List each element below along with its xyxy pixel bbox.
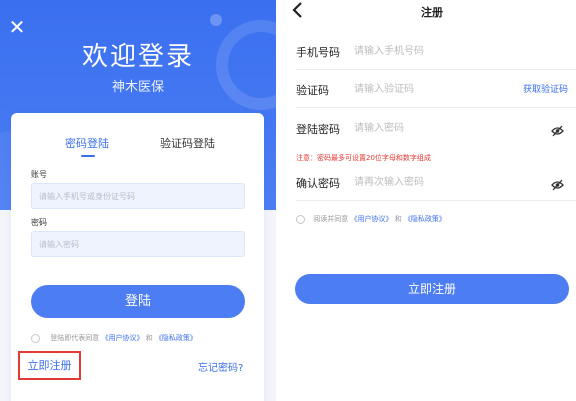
login-button[interactable]: 登陆 — [31, 285, 245, 318]
phone-input[interactable] — [354, 40, 504, 62]
register-agreement-row: 阅读并同意 《用户协议》 和 《隐私政策》 — [296, 214, 446, 224]
code-label: 验证码 — [296, 84, 329, 97]
eye-off-icon[interactable] — [551, 176, 564, 191]
login-subtitle: 神木医保 — [111, 80, 164, 95]
decorative-dot — [210, 14, 222, 26]
password-input[interactable] — [354, 117, 504, 139]
confirm-password-row: 确认密码 — [296, 163, 576, 201]
register-agreement-and: 和 — [394, 215, 402, 223]
account-label: 账号 — [31, 170, 47, 179]
tab-password-login[interactable]: 密码登陆 — [65, 135, 109, 151]
password-row: 登陆密码 — [296, 109, 576, 147]
login-title: 欢迎登录 — [81, 42, 194, 72]
login-screen: ✕ 欢迎登录 神木医保 密码登陆 验证码登陆 账号 密码 登陆 登陆即代表同意 … — [0, 0, 276, 401]
code-input[interactable] — [354, 78, 504, 100]
password-hint: 注意：密码最多可设置20位字母和数字组成 — [296, 154, 431, 162]
confirm-password-input[interactable] — [354, 171, 504, 193]
register-title: 注册 — [421, 6, 443, 19]
register-now-link[interactable]: 立即注册 — [18, 351, 81, 380]
register-screen: 注册 手机号码 验证码 获取验证码 登陆密码 注意：密码最多可设置20位字母和数… — [288, 0, 576, 401]
agreement-and: 和 — [145, 334, 153, 342]
tab-code-login[interactable]: 验证码登陆 — [160, 135, 215, 151]
phone-row: 手机号码 — [296, 32, 576, 70]
active-tab-indicator — [81, 155, 95, 157]
password-label: 密码 — [31, 218, 47, 227]
register-user-agreement-link[interactable]: 《用户协议》 — [350, 215, 392, 223]
close-icon[interactable]: ✕ — [8, 17, 26, 37]
register-submit-button[interactable]: 立即注册 — [295, 274, 569, 304]
forgot-password-link[interactable]: 忘记密码? — [198, 359, 243, 374]
register-agreement-prefix: 阅读并同意 — [313, 215, 349, 223]
user-agreement-link[interactable]: 《用户协议》 — [101, 334, 143, 342]
agree-radio[interactable] — [31, 333, 40, 343]
agreement-prefix: 登陆即代表同意 — [50, 334, 100, 342]
eye-off-icon[interactable] — [551, 122, 564, 137]
register-agree-radio[interactable] — [296, 214, 305, 224]
screen-divider — [276, 0, 288, 401]
login-tabs: 密码登陆 验证码登陆 — [11, 135, 264, 161]
account-input[interactable] — [31, 183, 245, 209]
phone-label: 手机号码 — [296, 46, 340, 59]
password-input[interactable] — [31, 231, 245, 257]
privacy-policy-link[interactable]: 《隐私政策》 — [155, 334, 197, 342]
agreement-row: 登陆即代表同意 《用户协议》 和 《隐私政策》 — [31, 333, 261, 345]
code-row: 验证码 获取验证码 — [296, 70, 576, 108]
register-privacy-policy-link[interactable]: 《隐私政策》 — [404, 215, 446, 223]
get-code-button[interactable]: 获取验证码 — [523, 82, 568, 95]
password-label: 登陆密码 — [296, 123, 340, 136]
confirm-password-label: 确认密码 — [296, 177, 340, 190]
